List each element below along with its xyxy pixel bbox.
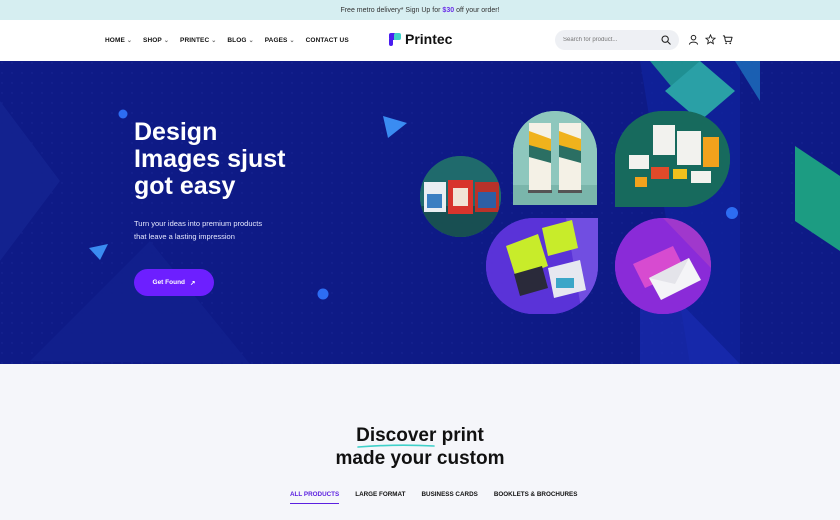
arrow-up-right-icon: ↗ — [190, 279, 196, 287]
hero-subtitle-line: Turn your ideas into premium products — [134, 219, 263, 228]
product-tabs: ALL PRODUCTS LARGE FORMAT BUSINESS CARDS… — [290, 491, 577, 504]
hero-subtitle-line: that leave a lasting impression — [134, 232, 235, 241]
star-icon[interactable] — [705, 34, 716, 45]
main-nav: HOME ⌄ SHOP ⌄ PRINTEC ⌄ BLOG ⌄ PAGES ⌄ C… — [105, 20, 349, 61]
nav-printec[interactable]: PRINTEC ⌄ — [180, 37, 216, 44]
tab-business-cards[interactable]: BUSINESS CARDS — [421, 491, 477, 504]
get-found-button[interactable]: Get Found ↗ — [134, 269, 214, 296]
chevron-down-icon: ⌄ — [248, 38, 254, 44]
hero-subtitle: Turn your ideas into premium products th… — [134, 217, 334, 243]
nav-shop-label: SHOP — [143, 37, 162, 44]
nav-pages-label: PAGES — [264, 37, 288, 44]
tab-large-format[interactable]: LARGE FORMAT — [355, 491, 405, 504]
product-image-rollups — [513, 111, 597, 205]
nav-printec-label: PRINTEC — [180, 37, 210, 44]
chevron-down-icon: ⌄ — [126, 38, 133, 44]
cart-icon[interactable] — [722, 34, 733, 45]
nav-shop[interactable]: SHOP ⌄ — [143, 37, 169, 44]
chevron-down-icon: ⌄ — [211, 38, 217, 44]
product-image-business-cards — [486, 218, 598, 314]
chevron-down-icon: ⌄ — [163, 38, 170, 44]
chevron-down-icon: ⌄ — [289, 38, 295, 44]
search-bar[interactable] — [555, 30, 679, 50]
tab-all-products[interactable]: ALL PRODUCTS — [290, 491, 340, 504]
hero-banner: Design Images sjust got easy Turn your i… — [0, 61, 840, 364]
announcement-promo: $30 — [442, 6, 455, 14]
tab-booklets-brochures[interactable]: BOOKLETS & BROCHURES — [494, 491, 578, 504]
announcement-text: Free metro delivery* Sign Up for — [340, 6, 441, 14]
header-icons — [688, 34, 733, 45]
title-underline-decoration — [357, 444, 435, 448]
site-header: HOME ⌄ SHOP ⌄ PRINTEC ⌄ BLOG ⌄ PAGES ⌄ C… — [0, 20, 840, 61]
discover-section: Discover print made your custom ALL PROD… — [0, 364, 840, 520]
nav-contact[interactable]: CONTACT US — [306, 37, 349, 44]
get-found-label: Get Found — [152, 279, 186, 286]
nav-contact-label: CONTACT US — [305, 37, 349, 44]
hero-decoration — [0, 61, 840, 364]
hero-title: Design Images sjust got easy — [134, 119, 364, 200]
section-title-line: made your custom — [335, 448, 505, 469]
search-input[interactable] — [563, 37, 655, 43]
user-icon[interactable] — [688, 34, 699, 45]
site-logo[interactable]: Printec — [389, 31, 452, 47]
product-image-envelope — [615, 218, 711, 314]
logo-mark-icon — [389, 32, 401, 46]
announcement-bar: Free metro delivery* Sign Up for $30 off… — [0, 0, 840, 20]
nav-blog[interactable]: BLOG ⌄ — [227, 37, 253, 44]
hero-title-line: Images sjust — [134, 145, 286, 173]
hero-title-line: Design — [134, 118, 218, 146]
hero-title-line: got easy — [134, 172, 236, 200]
nav-pages[interactable]: PAGES ⌄ — [265, 37, 295, 44]
nav-home-label: HOME — [105, 37, 125, 44]
nav-blog-label: BLOG — [227, 37, 247, 44]
product-image-stationery — [615, 111, 730, 207]
announcement-text-end: off your order! — [456, 6, 500, 14]
product-image-books — [420, 156, 501, 237]
logo-text: Printec — [405, 31, 453, 47]
nav-home[interactable]: HOME ⌄ — [105, 37, 132, 44]
search-icon[interactable] — [661, 35, 671, 45]
